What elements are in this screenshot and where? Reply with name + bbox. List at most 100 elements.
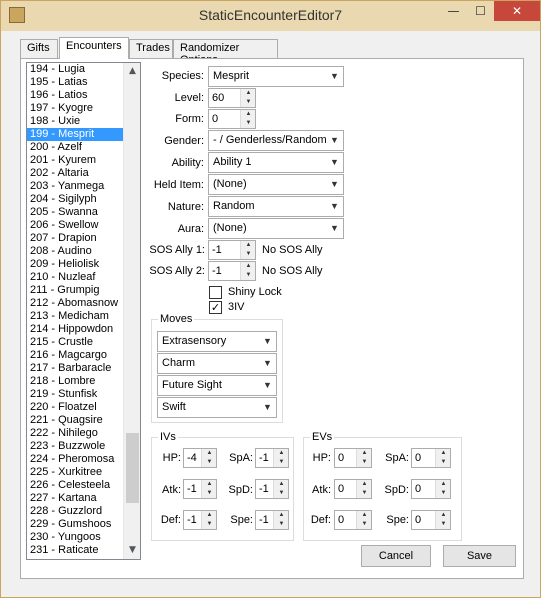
decrement-icon[interactable]: ▼ [357, 489, 372, 498]
sos-ally-2-value: -1 [212, 265, 222, 277]
aura-value: (None) [213, 222, 247, 234]
iv-spd-label: SpD: [228, 484, 253, 496]
increment-icon[interactable]: ▲ [274, 480, 289, 489]
move-4-value: Swift [162, 401, 186, 413]
decrement-icon[interactable]: ▼ [274, 458, 289, 467]
move-3-value: Future Sight [162, 379, 222, 391]
minimize-button[interactable]: — [440, 1, 467, 21]
increment-icon[interactable]: ▲ [202, 511, 217, 520]
iv-def-stepper[interactable]: -1 ▲ ▼ [183, 510, 217, 530]
tab-gifts[interactable]: Gifts [20, 39, 58, 58]
nature-combo[interactable]: Random ▼ [208, 196, 344, 217]
tab-randomizer-options[interactable]: Randomizer Options [173, 39, 278, 66]
increment-icon[interactable]: ▲ [436, 480, 451, 489]
scroll-thumb[interactable] [126, 433, 139, 503]
decrement-icon[interactable]: ▼ [241, 271, 256, 280]
decrement-icon[interactable]: ▼ [436, 489, 451, 498]
scroll-down-icon[interactable]: ▼ [124, 542, 140, 559]
decrement-icon[interactable]: ▼ [202, 520, 217, 529]
increment-icon[interactable]: ▲ [357, 449, 372, 458]
decrement-icon[interactable]: ▼ [436, 520, 451, 529]
level-stepper[interactable]: 60 ▲ ▼ [208, 88, 256, 108]
increment-icon[interactable]: ▲ [241, 241, 256, 250]
move-2-combo[interactable]: Charm ▼ [157, 353, 277, 374]
decrement-icon[interactable]: ▼ [202, 489, 217, 498]
iv-hp-value: -4 [187, 452, 197, 464]
scroll-up-icon[interactable]: ▲ [124, 63, 140, 80]
decrement-icon[interactable]: ▼ [357, 520, 372, 529]
ev-spe-stepper[interactable]: 0 ▲ ▼ [411, 510, 451, 530]
list-scrollbar[interactable]: ▲ ▼ [123, 63, 140, 559]
nature-value: Random [213, 200, 255, 212]
iv-atk-stepper[interactable]: -1 ▲ ▼ [183, 479, 217, 499]
ev-spa-value: 0 [415, 452, 422, 464]
iv-spa-value: -1 [259, 452, 269, 464]
sos-ally-1-value: -1 [212, 244, 222, 256]
move-1-value: Extrasensory [162, 335, 227, 347]
ability-label: Ability: [171, 157, 204, 169]
gender-combo[interactable]: - / Genderless/Random ▼ [208, 130, 344, 151]
decrement-icon[interactable]: ▼ [241, 98, 256, 107]
ev-atk-stepper[interactable]: 0 ▲ ▼ [334, 479, 372, 499]
sos-ally-2-stepper[interactable]: -1 ▲ ▼ [208, 261, 256, 281]
ev-def-value: 0 [338, 514, 345, 526]
decrement-icon[interactable]: ▼ [241, 250, 256, 259]
iv-hp-stepper[interactable]: -4 ▲ ▼ [183, 448, 217, 468]
increment-icon[interactable]: ▲ [241, 262, 256, 271]
move-4-combo[interactable]: Swift ▼ [157, 397, 277, 418]
save-button[interactable]: Save [443, 545, 516, 567]
held-item-value: (None) [213, 178, 247, 190]
decrement-icon[interactable]: ▼ [357, 458, 372, 467]
iv-spe-stepper[interactable]: -1 ▲ ▼ [255, 510, 289, 530]
ev-spd-stepper[interactable]: 0 ▲ ▼ [411, 479, 451, 499]
ability-combo[interactable]: Ability 1 ▼ [208, 152, 344, 173]
increment-icon[interactable]: ▲ [274, 511, 289, 520]
tab-trades[interactable]: Trades [129, 39, 173, 58]
iv-atk-label: Atk: [162, 484, 181, 496]
chevron-down-icon: ▼ [263, 380, 272, 390]
species-combo[interactable]: Mesprit ▼ [208, 66, 344, 87]
ev-spe-value: 0 [415, 514, 422, 526]
increment-icon[interactable]: ▲ [274, 449, 289, 458]
sos-ally-1-stepper[interactable]: -1 ▲ ▼ [208, 240, 256, 260]
aura-combo[interactable]: (None) ▼ [208, 218, 344, 239]
ivs-group-title: IVs [158, 431, 178, 443]
moves-group-title: Moves [158, 313, 195, 325]
iv-spa-stepper[interactable]: -1 ▲ ▼ [255, 448, 289, 468]
form-stepper[interactable]: 0 ▲ ▼ [208, 109, 256, 129]
move-1-combo[interactable]: Extrasensory ▼ [157, 331, 277, 352]
increment-icon[interactable]: ▲ [357, 480, 372, 489]
decrement-icon[interactable]: ▼ [202, 458, 217, 467]
iv-spd-stepper[interactable]: -1 ▲ ▼ [255, 479, 289, 499]
maximize-button[interactable]: ☐ [467, 1, 494, 21]
chevron-down-icon: ▼ [263, 358, 272, 368]
shiny-lock-checkbox[interactable] [209, 286, 222, 299]
species-value: Mesprit [213, 70, 250, 82]
ev-spd-value: 0 [415, 483, 422, 495]
ev-spa-stepper[interactable]: 0 ▲ ▼ [411, 448, 451, 468]
increment-icon[interactable]: ▲ [202, 480, 217, 489]
decrement-icon[interactable]: ▼ [274, 520, 289, 529]
cancel-button[interactable]: Cancel [361, 545, 431, 567]
pokemon-list[interactable]: 194 - Lugia 195 - Latias 196 - Latios 197 -… [26, 62, 141, 560]
3iv-checkbox[interactable]: ✓ [209, 301, 222, 314]
chevron-down-icon: ▼ [263, 336, 272, 346]
ev-def-stepper[interactable]: 0 ▲ ▼ [334, 510, 372, 530]
chevron-down-icon: ▼ [330, 135, 339, 145]
increment-icon[interactable]: ▲ [241, 110, 256, 119]
increment-icon[interactable]: ▲ [241, 89, 256, 98]
increment-icon[interactable]: ▲ [436, 449, 451, 458]
increment-icon[interactable]: ▲ [202, 449, 217, 458]
decrement-icon[interactable]: ▼ [436, 458, 451, 467]
tab-encounters[interactable]: Encounters [59, 37, 129, 59]
ev-hp-stepper[interactable]: 0 ▲ ▼ [334, 448, 372, 468]
close-button[interactable]: ✕ [494, 1, 540, 21]
increment-icon[interactable]: ▲ [357, 511, 372, 520]
increment-icon[interactable]: ▲ [436, 511, 451, 520]
decrement-icon[interactable]: ▼ [274, 489, 289, 498]
move-3-combo[interactable]: Future Sight ▼ [157, 375, 277, 396]
iv-atk-value: -1 [187, 483, 197, 495]
chevron-down-icon: ▼ [330, 157, 339, 167]
decrement-icon[interactable]: ▼ [241, 119, 256, 128]
held-item-combo[interactable]: (None) ▼ [208, 174, 344, 195]
